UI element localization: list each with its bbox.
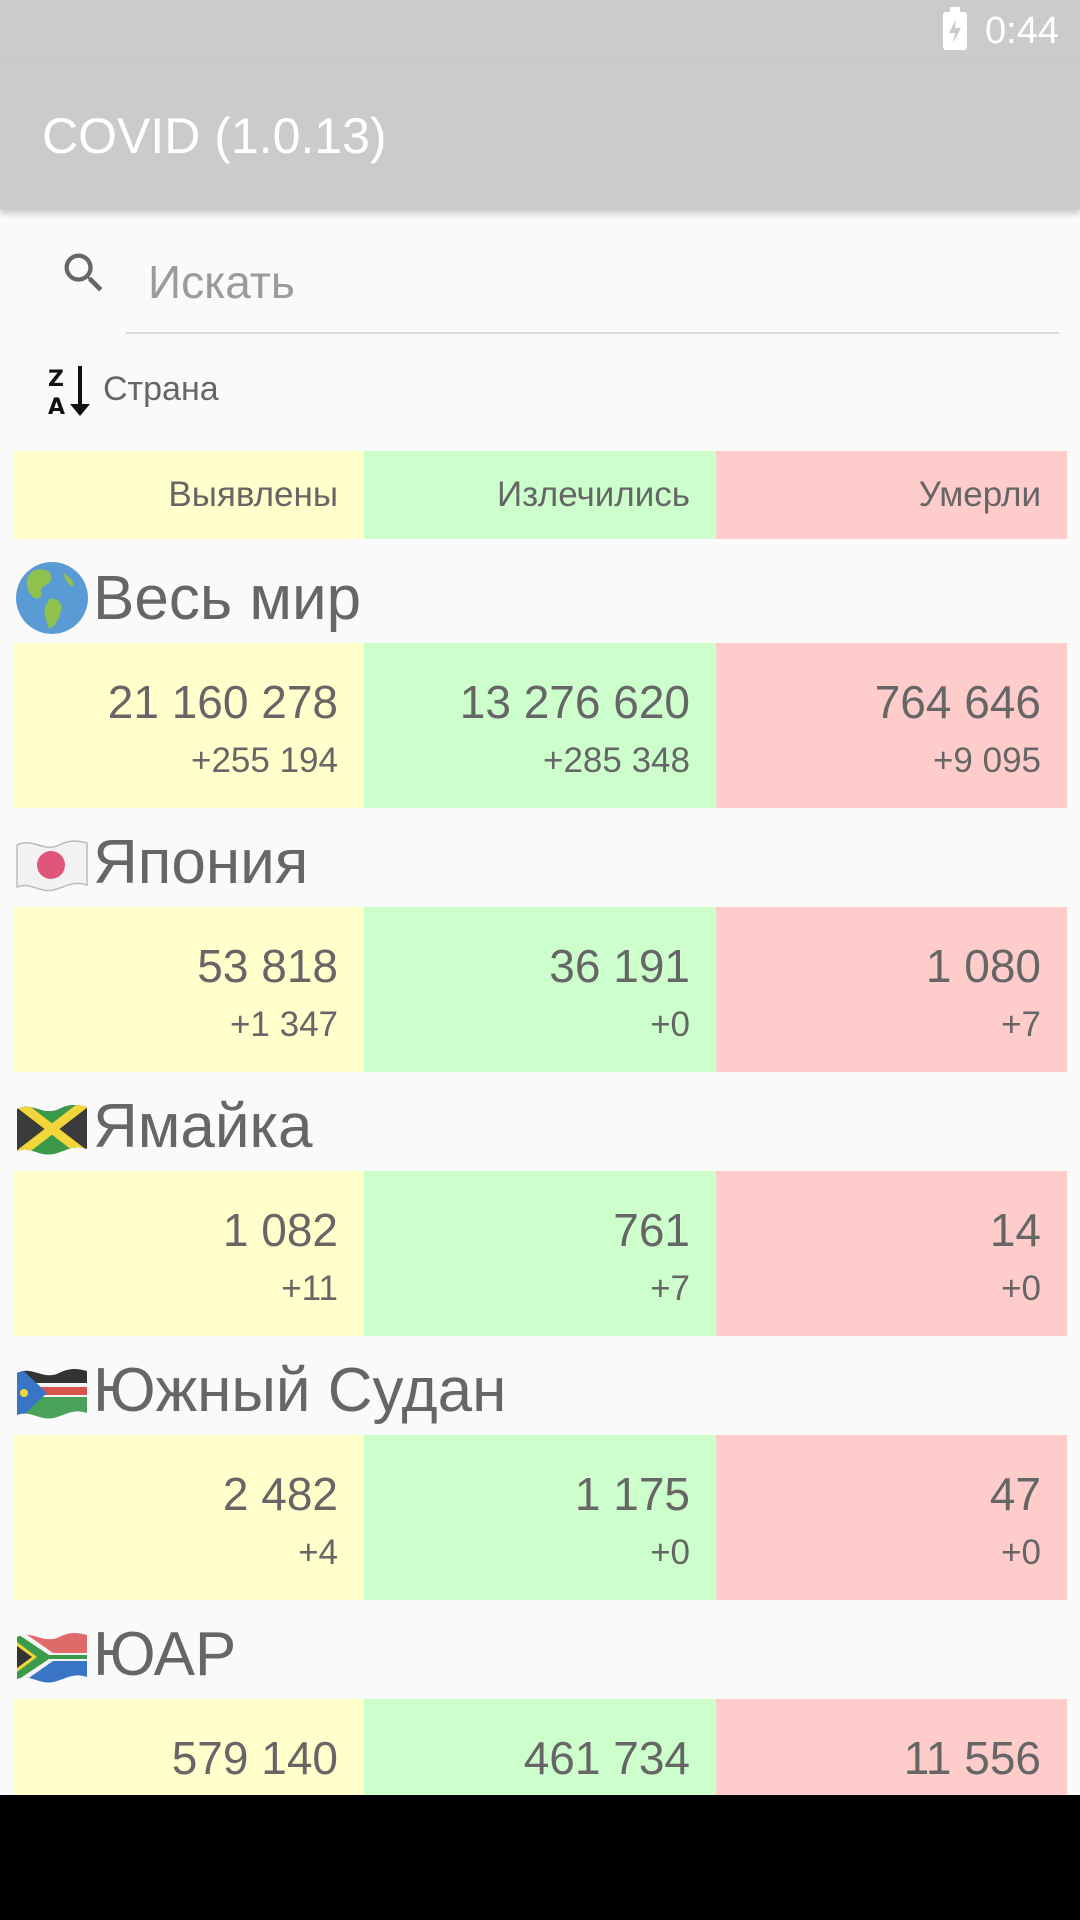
country-name: Южный Судан [93, 1355, 507, 1425]
confirmed-total: 53 818 [197, 940, 338, 992]
flag-japan-icon [16, 840, 88, 892]
status-bar: 0:44 [0, 0, 1080, 63]
header-deaths: Умерли [716, 451, 1067, 539]
status-time: 0:44 [985, 10, 1059, 52]
flag-south-sudan-icon [17, 1369, 87, 1419]
flag-jamaica-icon [17, 1105, 87, 1155]
app-screen: 0:44 COVID (1.0.13) Z A Страна Выявлены … [0, 0, 1080, 1795]
deaths-total: 1 080 [925, 940, 1041, 992]
recovered-total: 1 175 [574, 1468, 690, 1520]
country-row[interactable]: Ямайка 1 082 +11 761 +7 14 +0 [13, 1086, 1067, 1336]
deaths-total: 764 646 [874, 676, 1041, 728]
navigation-bar [0, 1795, 1080, 1920]
confirmed-delta: +11 [281, 1269, 338, 1308]
battery-charging-icon [943, 7, 967, 50]
header-confirmed: Выявлены [13, 451, 364, 539]
confirmed-delta: +4 [298, 1533, 338, 1572]
confirmed-total: 21 160 278 [107, 676, 338, 728]
deaths-delta: +7 [1001, 1005, 1041, 1044]
confirmed-total: 1 082 [222, 1204, 338, 1256]
country-name: Япония [93, 827, 309, 897]
country-stats: 1 082 +11 761 +7 14 +0 [13, 1171, 1067, 1336]
recovered-delta: +7 [650, 1269, 690, 1308]
country-row[interactable]: Южный Судан 2 482 +4 1 175 +0 47 +0 [13, 1350, 1067, 1600]
recovered-delta: +0 [650, 1005, 690, 1044]
search-input[interactable] [126, 232, 1059, 334]
recovered-total: 36 191 [549, 940, 690, 992]
country-row[interactable]: Япония 53 818 +1 347 36 191 +0 1 080 +7 [13, 822, 1067, 1072]
app-bar: COVID (1.0.13) [0, 63, 1080, 210]
country-row[interactable]: Весь мир 21 160 278 +255 194 13 276 620 … [13, 558, 1067, 808]
country-stats: 53 818 +1 347 36 191 +0 1 080 +7 [13, 907, 1067, 1072]
search-bar [0, 232, 1080, 337]
recovered-delta: +0 [650, 1533, 690, 1572]
deaths-delta: +0 [1001, 1269, 1041, 1308]
confirmed-total: 579 140 [171, 1732, 338, 1784]
search-icon [64, 253, 103, 292]
app-title: COVID (1.0.13) [42, 108, 387, 164]
country-name: Ямайка [93, 1091, 313, 1161]
recovered-total: 761 [613, 1204, 690, 1256]
sort-label: Страна [103, 370, 219, 408]
confirmed-total: 2 482 [222, 1468, 338, 1520]
svg-text:A: A [48, 395, 65, 420]
column-headers: Выявлены Излечились Умерли [13, 451, 1067, 539]
country-name: Весь мир [93, 563, 362, 633]
globe-americas-icon [16, 562, 88, 634]
recovered-delta: +285 348 [543, 741, 690, 780]
country-stats: 579 140 461 734 11 556 [13, 1699, 1067, 1795]
recovered-total: 461 734 [523, 1732, 690, 1784]
country-name: ЮАР [93, 1619, 237, 1689]
deaths-delta: +0 [1001, 1533, 1041, 1572]
country-stats: 2 482 +4 1 175 +0 47 +0 [13, 1435, 1067, 1600]
flag-south-africa-icon [17, 1633, 87, 1683]
sort-z-a-icon: Z A [48, 366, 90, 420]
deaths-total: 11 556 [903, 1732, 1041, 1784]
deaths-delta: +9 095 [932, 741, 1041, 780]
confirmed-delta: +255 194 [191, 741, 338, 780]
deaths-total: 14 [989, 1204, 1041, 1256]
country-row[interactable]: ЮАР 579 140 461 734 11 556 [13, 1614, 1067, 1795]
confirmed-delta: +1 347 [229, 1005, 338, 1044]
svg-text:Z: Z [48, 367, 64, 392]
recovered-total: 13 276 620 [459, 676, 690, 728]
deaths-total: 47 [989, 1468, 1041, 1520]
header-recovered: Излечились [364, 451, 716, 539]
country-stats: 21 160 278 +255 194 13 276 620 +285 348 … [13, 643, 1067, 808]
